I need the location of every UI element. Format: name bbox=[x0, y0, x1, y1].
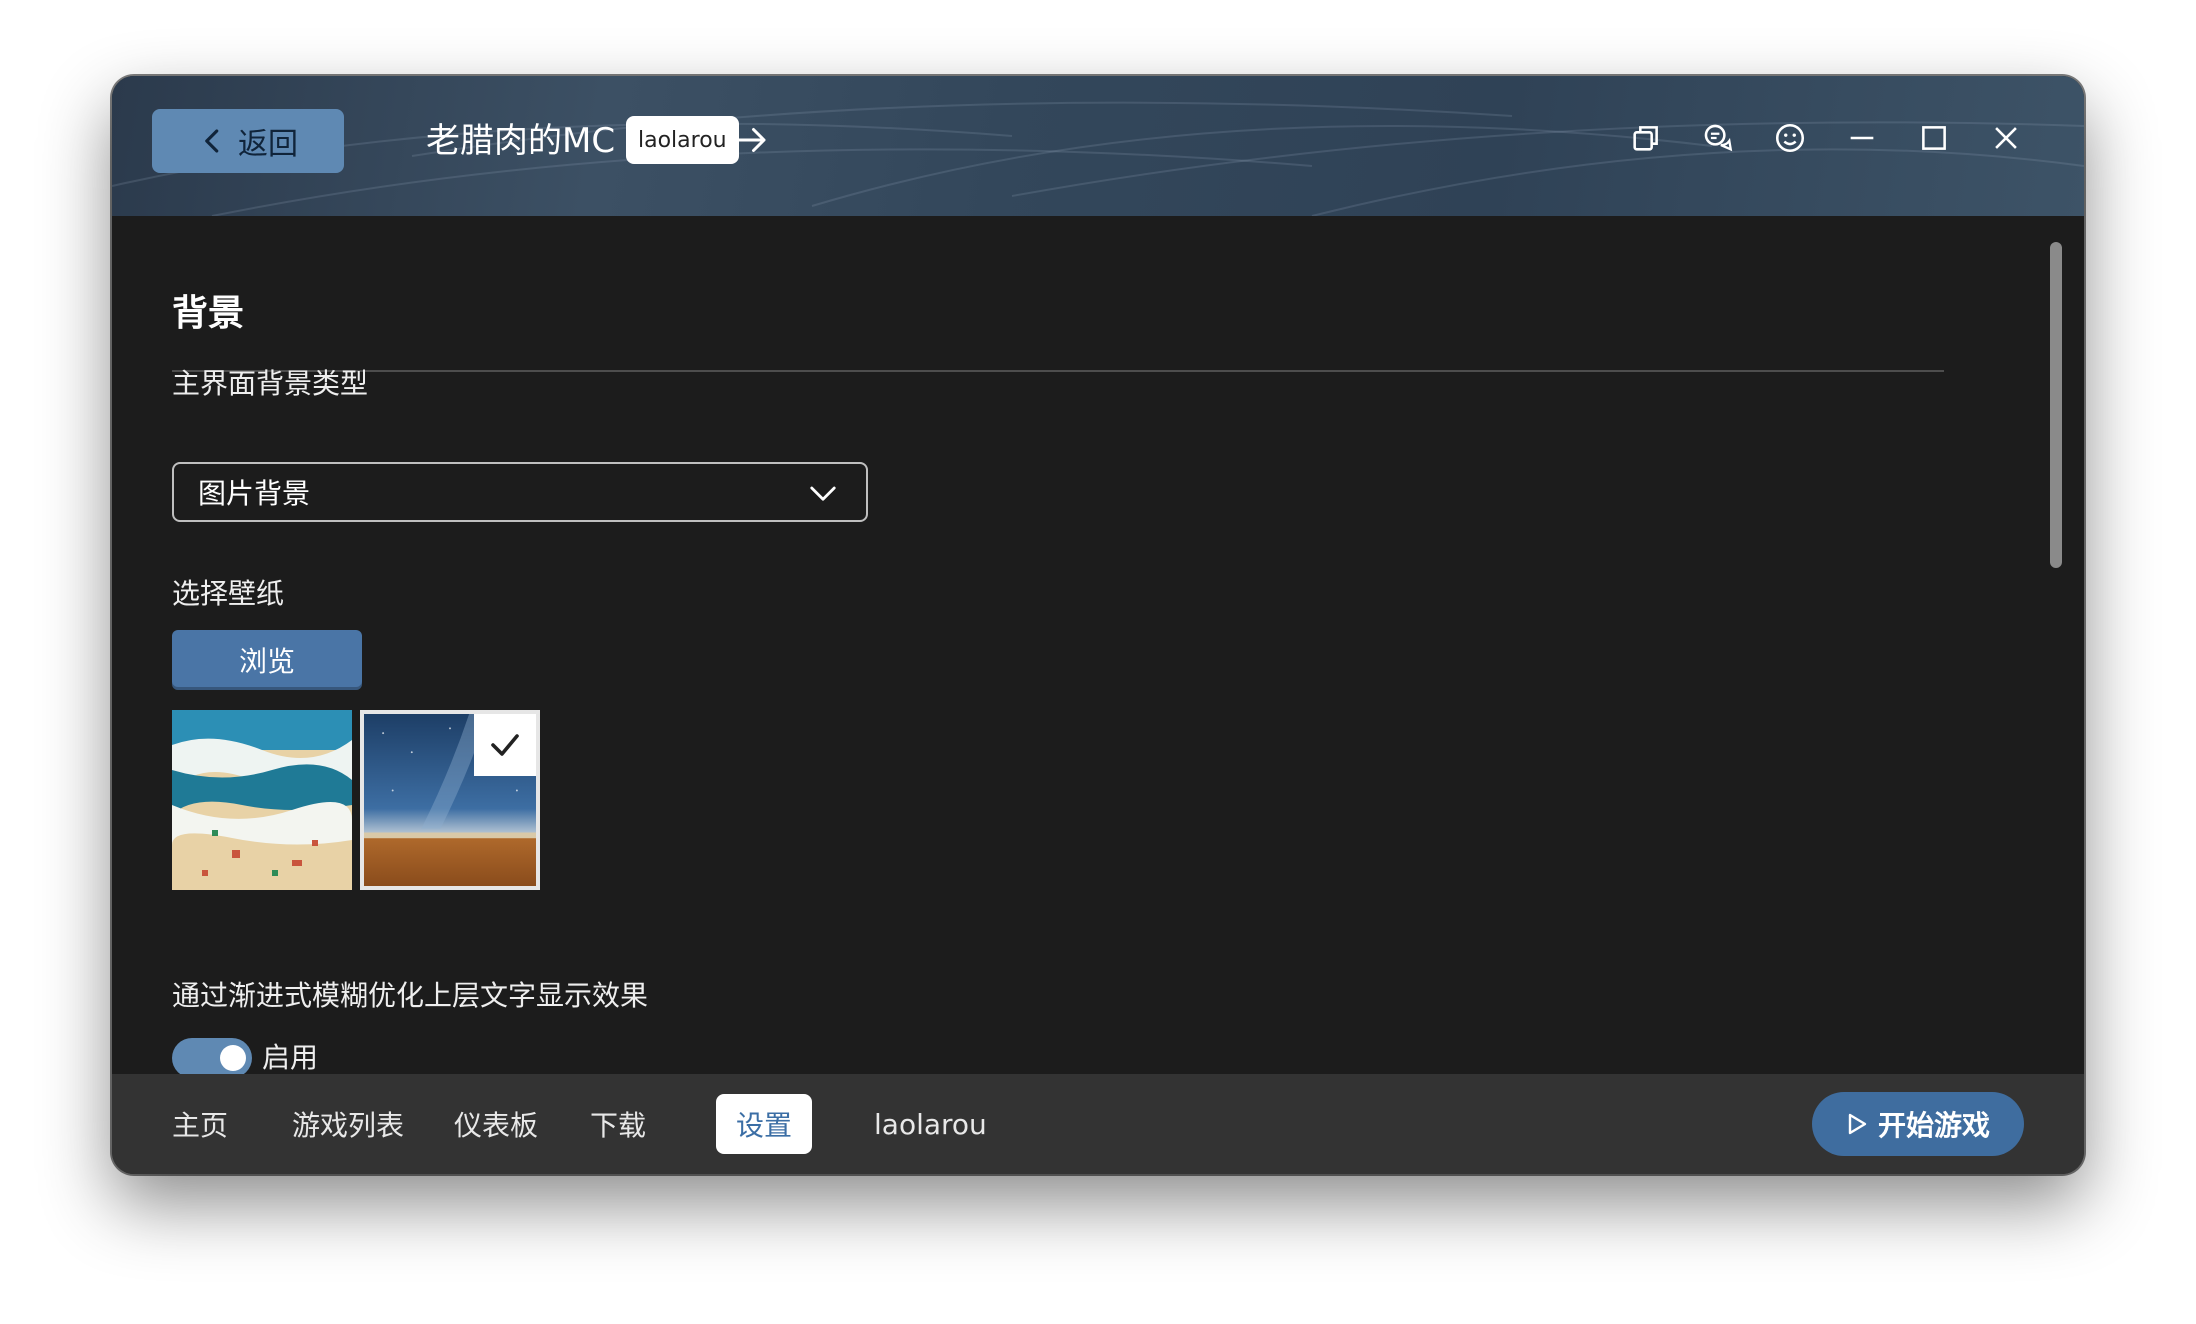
window-controls bbox=[1628, 120, 2024, 156]
launcher-window: 返回 老腊肉的MC laolarou 背景 主界面背景类型 图片背景 选择壁纸 … bbox=[112, 76, 2084, 1174]
chevron-down-icon bbox=[810, 486, 836, 501]
scrollbar-thumb[interactable] bbox=[2050, 242, 2062, 568]
toggle-knob bbox=[220, 1045, 246, 1071]
toggle-label: 启用 bbox=[262, 1041, 319, 1074]
start-game-label: 开始游戏 bbox=[1877, 1109, 1990, 1142]
bottom-nav: 主页 游戏列表 仪表板 下载 设置 laolarou 开始游戏 bbox=[112, 1074, 2084, 1174]
bg-type-label: 主界面背景类型 bbox=[172, 367, 369, 400]
selected-check bbox=[474, 714, 536, 776]
nav-dashboard[interactable]: 仪表板 bbox=[434, 1094, 558, 1154]
minimize-icon[interactable] bbox=[1844, 120, 1880, 156]
close-icon[interactable] bbox=[1988, 120, 2024, 156]
maximize-icon[interactable] bbox=[1916, 120, 1952, 156]
check-icon bbox=[491, 734, 519, 756]
nav-download[interactable]: 下载 bbox=[570, 1094, 666, 1154]
bg-type-value: 图片背景 bbox=[198, 477, 311, 510]
blur-toggle[interactable] bbox=[172, 1038, 252, 1078]
browse-button[interactable]: 浏览 bbox=[172, 630, 362, 690]
arrow-right-icon[interactable] bbox=[734, 122, 770, 158]
user-chip[interactable]: laolarou bbox=[626, 116, 739, 164]
wallpaper-starry-desert[interactable] bbox=[360, 710, 540, 890]
nav-game-list[interactable]: 游戏列表 bbox=[272, 1094, 424, 1154]
emoji-icon[interactable] bbox=[1772, 120, 1808, 156]
chevron-left-icon bbox=[205, 129, 219, 153]
bg-type-select[interactable]: 图片背景 bbox=[172, 462, 868, 522]
blur-label: 通过渐进式模糊优化上层文字显示效果 bbox=[172, 979, 649, 1012]
section-divider bbox=[172, 370, 1944, 372]
nav-settings[interactable]: 设置 bbox=[716, 1094, 813, 1154]
nav-account[interactable]: laolarou bbox=[854, 1094, 1007, 1154]
copy-icon[interactable] bbox=[1628, 120, 1664, 156]
nav-home[interactable]: 主页 bbox=[152, 1094, 248, 1154]
section-title: 背景 bbox=[172, 293, 245, 334]
wallpaper-beach[interactable] bbox=[172, 710, 352, 890]
back-button-label: 返回 bbox=[238, 127, 298, 162]
app-title: 老腊肉的MC bbox=[426, 121, 616, 161]
play-icon bbox=[1848, 1113, 1867, 1135]
start-game-button[interactable]: 开始游戏 bbox=[1812, 1092, 2024, 1156]
settings-content: 背景 主界面背景类型 图片背景 选择壁纸 浏览 通过渐进式模糊优化上层文字显示效… bbox=[112, 216, 2084, 1078]
wallpaper-label: 选择壁纸 bbox=[172, 577, 285, 610]
title-bar: 返回 老腊肉的MC laolarou bbox=[112, 76, 2084, 216]
feedback-icon[interactable] bbox=[1700, 120, 1736, 156]
back-button[interactable]: 返回 bbox=[152, 109, 344, 173]
